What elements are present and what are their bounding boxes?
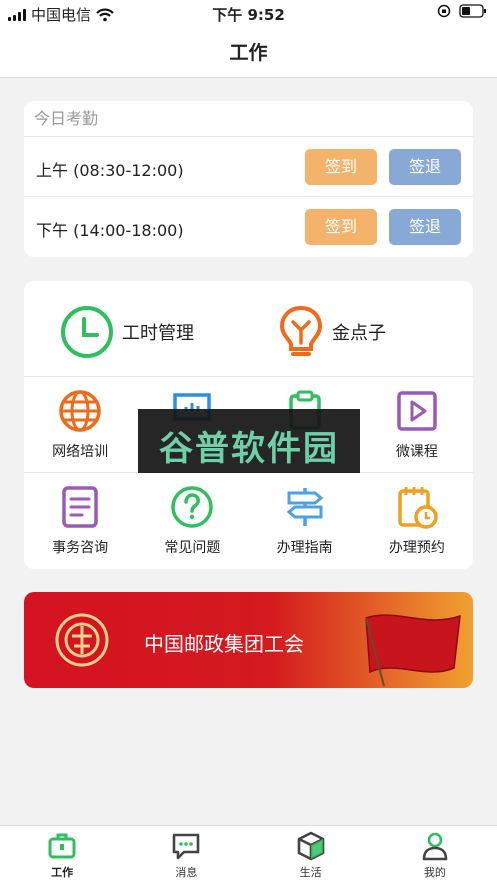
golden-idea-item[interactable]: 金点子: [278, 305, 386, 359]
cube-icon: [297, 831, 324, 861]
union-emblem-icon: [55, 613, 109, 667]
checkout-button[interactable]: 签退: [389, 149, 461, 185]
banner-text: 中国邮政集团工会: [144, 632, 304, 656]
attendance-row-afternoon: 下午 (14:00-18:00) 签到 签退: [24, 197, 473, 257]
signpost-icon: [286, 488, 323, 526]
tab-life[interactable]: 生活: [249, 826, 373, 883]
clock-icon: [61, 306, 113, 358]
tab-messages[interactable]: 消息: [124, 826, 248, 883]
attendance-row-morning: 上午 (08:30-12:00) 签到 签退: [24, 137, 473, 197]
play-icon: [397, 391, 437, 431]
calendar-clock-icon: [398, 487, 438, 529]
lightbulb-icon: [279, 305, 323, 356]
document-icon: [62, 486, 98, 528]
checkout-button[interactable]: 签退: [389, 209, 461, 245]
online-training-item[interactable]: 网络培训: [24, 377, 136, 472]
watermark-text: 谷普软件园: [159, 429, 339, 469]
guide-label: 办理指南: [276, 540, 333, 556]
orientation-lock-icon: [437, 4, 451, 18]
affairs-consult-label: 事务咨询: [52, 540, 109, 556]
question-icon: [171, 486, 214, 528]
status-right: [437, 4, 487, 18]
attendance-card: 今日考勤 上午 (08:30-12:00) 签到 签退 下午 (14:00-18…: [24, 101, 473, 257]
faq-item[interactable]: 常见问题: [136, 473, 248, 569]
page-title: 工作: [229, 42, 268, 64]
person-icon: [422, 832, 448, 861]
online-training-label: 网络培训: [52, 444, 109, 460]
checkin-button[interactable]: 签到: [305, 149, 377, 185]
timesheet-label: 工时管理: [122, 323, 194, 344]
tab-label: 我的: [423, 866, 446, 879]
faq-label: 常见问题: [164, 540, 221, 556]
chat-icon: [173, 833, 200, 860]
union-banner[interactable]: 中国邮政集团工会: [24, 592, 473, 688]
tab-bar: 工作 消息 生活 我的: [0, 825, 497, 883]
featured-row: 工时管理 金点子: [24, 281, 473, 377]
affairs-consult-item[interactable]: 事务咨询: [24, 473, 136, 569]
timesheet-item[interactable]: 工时管理: [60, 305, 194, 359]
micro-course-label: 微课程: [395, 444, 438, 460]
golden-idea-label: 金点子: [332, 323, 386, 344]
guide-item[interactable]: 办理指南: [249, 473, 361, 569]
battery-icon: [459, 4, 486, 18]
status-time: 下午 9:52: [212, 6, 285, 24]
watermark: 谷普软件园: [138, 409, 360, 473]
attendance-period-label: 下午 (14:00-18:00): [36, 221, 184, 240]
tab-mine[interactable]: 我的: [373, 826, 497, 883]
micro-course-item[interactable]: 微课程: [361, 377, 473, 472]
globe-icon: [59, 390, 101, 432]
attendance-period-label: 上午 (08:30-12:00): [36, 161, 184, 180]
flag-icon: [365, 614, 461, 686]
nav-bar: 工作: [0, 26, 497, 78]
appointment-label: 办理预约: [388, 540, 445, 556]
briefcase-icon: [48, 833, 76, 859]
tab-label: 工作: [51, 866, 74, 879]
status-bar: 中国电信 下午 9:52: [0, 0, 497, 26]
menu-grid-row: 事务咨询 常见问题 办理指南 办理预约: [24, 473, 473, 569]
tab-work[interactable]: 工作: [0, 826, 124, 883]
checkin-button[interactable]: 签到: [305, 209, 377, 245]
attendance-title: 今日考勤: [24, 101, 473, 137]
tab-label: 生活: [299, 866, 322, 879]
tab-label: 消息: [175, 866, 198, 879]
appointment-item[interactable]: 办理预约: [361, 473, 473, 569]
